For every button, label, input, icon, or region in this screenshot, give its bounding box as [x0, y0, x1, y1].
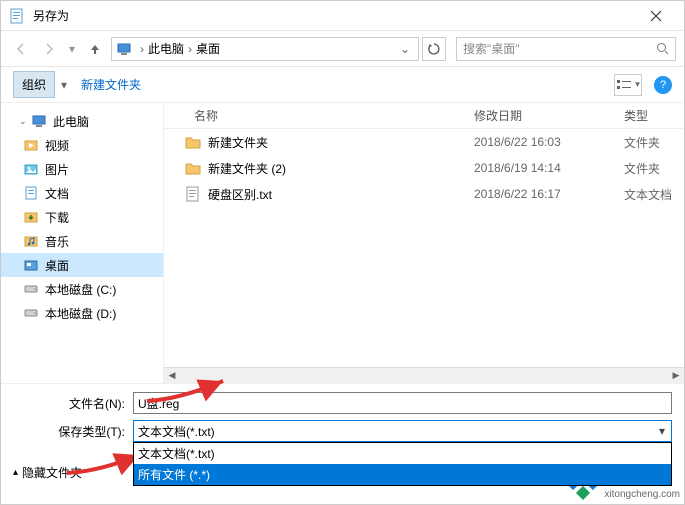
- col-date-header[interactable]: 修改日期: [474, 107, 624, 124]
- up-button[interactable]: [83, 37, 107, 61]
- file-list: 名称 修改日期 类型 新建文件夹2018/6/22 16:03文件夹新建文件夹 …: [163, 103, 684, 383]
- refresh-button[interactable]: [422, 37, 446, 61]
- sidebar-item-label: 桌面: [45, 257, 69, 274]
- file-row[interactable]: 硬盘区别.txt2018/6/22 16:17文本文档: [172, 181, 684, 207]
- toolbar: 组织 ▾ 新建文件夹 ▾ ?: [1, 67, 684, 103]
- notepad-icon: [9, 8, 25, 24]
- file-row[interactable]: 新建文件夹 (2)2018/6/19 14:14文件夹: [172, 155, 684, 181]
- folder-icon: [184, 133, 202, 151]
- sidebar-item-label: 本地磁盘 (D:): [45, 305, 116, 322]
- breadcrumb-folder[interactable]: 桌面: [196, 40, 220, 57]
- file-type: 文件夹: [624, 134, 684, 151]
- dropdown-option[interactable]: 文本文档(*.txt): [134, 443, 671, 464]
- file-name: 硬盘区别.txt: [208, 186, 474, 203]
- dropdown-option[interactable]: 所有文件 (*.*): [134, 464, 671, 485]
- image-icon: [23, 161, 39, 177]
- sidebar-item[interactable]: 本地磁盘 (C:): [1, 277, 163, 301]
- sidebar-item-label: 此电脑: [53, 113, 89, 130]
- column-headers: 名称 修改日期 类型: [164, 103, 684, 129]
- hide-folders-toggle[interactable]: ▴ 隐藏文件夹: [13, 464, 82, 481]
- video-icon: [23, 137, 39, 153]
- file-name: 新建文件夹: [208, 134, 474, 151]
- forward-button[interactable]: [37, 37, 61, 61]
- new-folder-button[interactable]: 新建文件夹: [73, 72, 149, 97]
- save-form: 文件名(N): 保存类型(T): 文本文档(*.txt) 文本文档(*.txt)…: [1, 383, 684, 490]
- titlebar: 另存为: [1, 1, 684, 31]
- filetype-selected[interactable]: 文本文档(*.txt): [133, 420, 672, 442]
- sidebar-item[interactable]: 本地磁盘 (D:): [1, 301, 163, 325]
- sidebar: ⌄ 此电脑视频图片文档下载音乐桌面本地磁盘 (C:) 本地磁盘 (D:): [1, 103, 163, 383]
- file-date: 2018/6/22 16:17: [474, 187, 624, 201]
- history-dropdown-icon[interactable]: ▾: [65, 37, 79, 61]
- file-row[interactable]: 新建文件夹2018/6/22 16:03文件夹: [172, 129, 684, 155]
- desktop-icon: [23, 257, 39, 273]
- file-date: 2018/6/19 14:14: [474, 161, 624, 175]
- horizontal-scrollbar[interactable]: ◀ ▶: [164, 367, 684, 383]
- chevron-down-icon: ⌄: [19, 116, 29, 127]
- sidebar-item[interactable]: 音乐: [1, 229, 163, 253]
- download-icon: [23, 209, 39, 225]
- sidebar-item[interactable]: 下载: [1, 205, 163, 229]
- doc-icon: [23, 185, 39, 201]
- sidebar-item[interactable]: 图片: [1, 157, 163, 181]
- content-area: ⌄ 此电脑视频图片文档下载音乐桌面本地磁盘 (C:) 本地磁盘 (D:) 名称 修改…: [1, 103, 684, 383]
- chevron-right-icon: ›: [140, 42, 144, 56]
- help-button[interactable]: ?: [654, 76, 672, 94]
- watermark-url: xitongcheng.com: [604, 489, 680, 500]
- scroll-right-icon[interactable]: ▶: [668, 368, 684, 384]
- col-name-header[interactable]: 名称: [164, 107, 474, 124]
- file-name: 新建文件夹 (2): [208, 160, 474, 177]
- scroll-left-icon[interactable]: ◀: [164, 368, 180, 384]
- disk-icon: [23, 305, 39, 321]
- disk-icon: [23, 281, 39, 297]
- view-button[interactable]: ▾: [614, 74, 642, 96]
- sidebar-item-label: 本地磁盘 (C:): [45, 281, 116, 298]
- sidebar-item[interactable]: 文档: [1, 181, 163, 205]
- sidebar-item-label: 文档: [45, 185, 69, 202]
- sidebar-item-label: 下载: [45, 209, 69, 226]
- sidebar-item-label: 音乐: [45, 233, 69, 250]
- folder-icon: [184, 159, 202, 177]
- sidebar-item[interactable]: 视频: [1, 133, 163, 157]
- txt-icon: [184, 185, 202, 203]
- window-title: 另存为: [33, 7, 636, 24]
- col-type-header[interactable]: 类型: [624, 107, 684, 124]
- search-icon: [656, 42, 669, 55]
- sidebar-item[interactable]: ⌄ 此电脑: [1, 109, 163, 133]
- navigation-bar: ▾ › 此电脑 › 桌面 ⌄ 搜索"桌面": [1, 31, 684, 67]
- file-type: 文本文档: [624, 186, 684, 203]
- music-icon: [23, 233, 39, 249]
- sidebar-item-label: 图片: [45, 161, 69, 178]
- close-button[interactable]: [636, 2, 676, 30]
- address-bar[interactable]: › 此电脑 › 桌面 ⌄: [111, 37, 419, 61]
- refresh-icon: [427, 42, 441, 56]
- back-button[interactable]: [9, 37, 33, 61]
- filetype-label: 保存类型(T):: [13, 423, 133, 440]
- filename-input[interactable]: [133, 392, 672, 414]
- close-icon: [650, 10, 662, 22]
- filename-label: 文件名(N):: [13, 395, 133, 412]
- breadcrumb-root[interactable]: 此电脑: [148, 40, 184, 57]
- file-date: 2018/6/22 16:03: [474, 135, 624, 149]
- view-icon: [616, 79, 632, 91]
- address-dropdown-icon[interactable]: ⌄: [396, 42, 414, 56]
- file-type: 文件夹: [624, 160, 684, 177]
- search-placeholder: 搜索"桌面": [463, 40, 520, 57]
- organize-button[interactable]: 组织: [13, 71, 55, 98]
- chevron-up-icon: ▴: [13, 467, 18, 478]
- sidebar-item-label: 视频: [45, 137, 69, 154]
- hide-folders-label: 隐藏文件夹: [22, 464, 82, 481]
- sidebar-item[interactable]: 桌面: [1, 253, 163, 277]
- chevron-right-icon: ›: [188, 42, 192, 56]
- filetype-dropdown: 文本文档(*.txt) 所有文件 (*.*): [133, 442, 672, 486]
- search-input[interactable]: 搜索"桌面": [456, 37, 676, 61]
- file-rows: 新建文件夹2018/6/22 16:03文件夹新建文件夹 (2)2018/6/1…: [164, 129, 684, 367]
- pc-icon: [31, 113, 47, 129]
- dropdown-arrow-icon[interactable]: ▾: [59, 78, 69, 92]
- pc-icon: [116, 41, 132, 57]
- filetype-combo[interactable]: 文本文档(*.txt) 文本文档(*.txt) 所有文件 (*.*): [133, 420, 672, 442]
